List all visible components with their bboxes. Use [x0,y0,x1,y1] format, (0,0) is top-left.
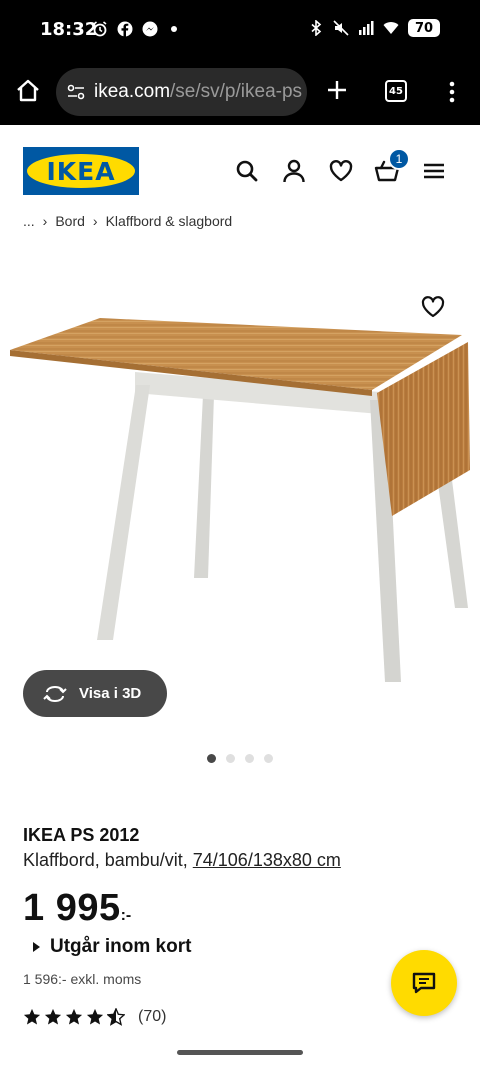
url-text: ikea.com/se/sv/p/ikea-ps [94,81,302,103]
status-system-icons: 70 [308,19,440,37]
image-carousel-dots [207,754,273,763]
discontinued-notice[interactable]: Utgår inom kort [33,936,191,958]
carousel-dot[interactable] [245,754,254,763]
price-suffix: :- [120,907,132,924]
site-settings-icon[interactable] [66,82,86,102]
battery-indicator: 70 [408,19,440,37]
product-rating[interactable]: (70) [23,1008,166,1026]
alarm-icon [93,21,107,37]
discontinued-label: Utgår inom kort [50,936,192,957]
product-image[interactable] [0,255,480,725]
address-bar[interactable]: ikea.com/se/sv/p/ikea-ps [56,68,307,116]
url-path: /se/sv/p/ikea-ps [170,81,303,102]
logo-oval: IKEA [27,154,135,188]
product-description: Klaffbord, bambu/vit, 74/106/138x80 cm [23,850,341,871]
more-notifications-dot [171,26,177,32]
ikea-logo[interactable]: IKEA [23,147,139,195]
price-integer: 1 995 [23,887,121,929]
star-full-icon [65,1008,83,1025]
account-icon[interactable] [281,158,307,184]
breadcrumb-item-klaffbord[interactable]: Klaffbord & slagbord [106,213,233,229]
rating-count: (70) [138,1008,167,1025]
rotate-3d-icon [43,685,67,702]
view-in-3d-button[interactable]: Visa i 3D [23,670,167,717]
carousel-dot[interactable] [207,754,216,763]
wifi-icon [383,22,399,34]
search-icon[interactable] [234,158,260,184]
chat-button[interactable] [391,950,457,1016]
facebook-icon [117,21,133,37]
home-icon[interactable] [15,78,41,104]
save-to-favourites-icon[interactable] [420,294,446,320]
status-notification-icons [92,21,177,37]
product-type: Klaffbord, bambu/vit, [23,850,193,870]
url-host: ikea.com [94,81,171,102]
messenger-icon [142,21,158,37]
expand-triangle-icon [33,942,40,952]
breadcrumb: ... › Bord › Klaffbord & slagbord [23,213,232,229]
breadcrumb-separator-icon: › [92,213,98,229]
breadcrumb-separator-icon: › [42,213,48,229]
carousel-dot[interactable] [226,754,235,763]
favourites-icon[interactable] [328,158,354,184]
carousel-dot[interactable] [264,754,273,763]
star-full-icon [23,1008,41,1025]
star-half-icon [107,1008,125,1026]
new-tab-icon[interactable] [325,78,349,102]
tab-switcher-button[interactable]: 45 [385,80,407,102]
breadcrumb-ellipsis[interactable]: ... [23,213,35,229]
product-price: 1 995:- [23,887,131,930]
view-in-3d-label: Visa i 3D [79,685,142,702]
chat-icon [412,972,436,994]
status-bar: 18:32 70 [0,0,480,60]
mute-icon [333,20,349,36]
gesture-home-indicator[interactable] [177,1050,303,1055]
signal-icon [359,21,374,35]
breadcrumb-item-bord[interactable]: Bord [55,213,85,229]
product-name: IKEA PS 2012 [23,825,140,845]
bluetooth-icon [311,20,322,36]
product-size-link[interactable]: 74/106/138x80 cm [193,850,341,870]
star-full-icon [86,1008,104,1025]
hamburger-menu-icon[interactable] [421,158,447,184]
price-excl-vat: 1 596:- exkl. moms [23,971,142,987]
browser-toolbar: ikea.com/se/sv/p/ikea-ps 45 [0,60,480,125]
more-menu-icon[interactable] [444,80,460,104]
star-full-icon [44,1008,62,1025]
logo-text: IKEA [46,156,116,186]
cart-count-badge: 1 [388,148,410,170]
status-time: 18:32 [40,19,98,40]
